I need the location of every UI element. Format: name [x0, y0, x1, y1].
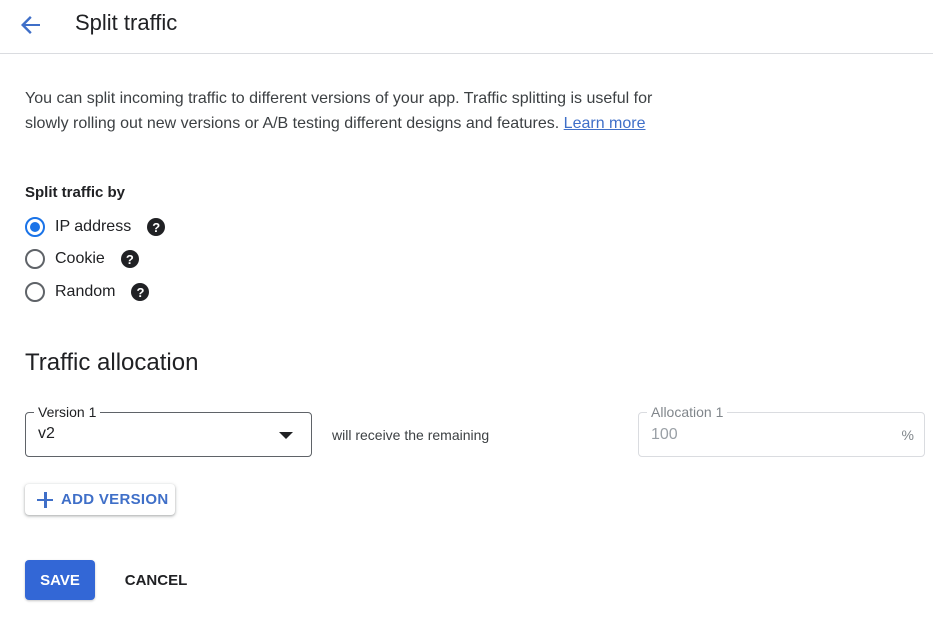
radio-label: Random	[55, 283, 116, 300]
add-version-button[interactable]: ADD VERSION	[25, 484, 175, 515]
intro-text: You can split incoming traffic to differ…	[25, 86, 665, 136]
radio-label: IP address	[55, 218, 132, 235]
traffic-allocation-heading: Traffic allocation	[25, 349, 199, 376]
help-circle-icon[interactable]: ?	[147, 218, 166, 236]
radio-option-random[interactable]: Random ?	[25, 280, 150, 304]
radio-button-checked[interactable]	[25, 217, 45, 237]
intro-description: You can split incoming traffic to differ…	[25, 90, 653, 132]
plus-icon	[37, 491, 53, 508]
remaining-text: will receive the remaining	[332, 427, 490, 443]
allocation-field: Allocation 1 %	[638, 403, 925, 457]
save-button[interactable]: SAVE	[25, 560, 95, 600]
help-circle-icon[interactable]: ?	[131, 283, 150, 301]
radio-option-cookie[interactable]: Cookie ?	[25, 247, 139, 271]
allocation-field-label: Allocation 1	[647, 403, 728, 421]
back-arrow-icon[interactable]	[16, 10, 46, 40]
radio-button[interactable]	[25, 249, 45, 269]
add-version-label: ADD VERSION	[61, 491, 169, 508]
version-select-label: Version 1	[34, 403, 101, 421]
split-traffic-by-label: Split traffic by	[25, 184, 126, 201]
version-select-value: v2	[38, 425, 55, 442]
version-select[interactable]: Version 1 v2	[25, 403, 312, 457]
dropdown-arrow-icon[interactable]	[279, 432, 293, 439]
learn-more-link[interactable]: Learn more	[564, 115, 646, 132]
radio-button[interactable]	[25, 282, 45, 302]
percent-unit: %	[901, 427, 914, 443]
radio-label: Cookie	[55, 250, 105, 267]
radio-option-ip-address[interactable]: IP address ?	[25, 215, 166, 239]
page-title: Split traffic	[75, 10, 178, 35]
cancel-button[interactable]: CANCEL	[112, 560, 200, 600]
help-circle-icon[interactable]: ?	[120, 250, 139, 268]
page-header: Split traffic	[0, 0, 933, 54]
allocation-input	[647, 423, 887, 447]
